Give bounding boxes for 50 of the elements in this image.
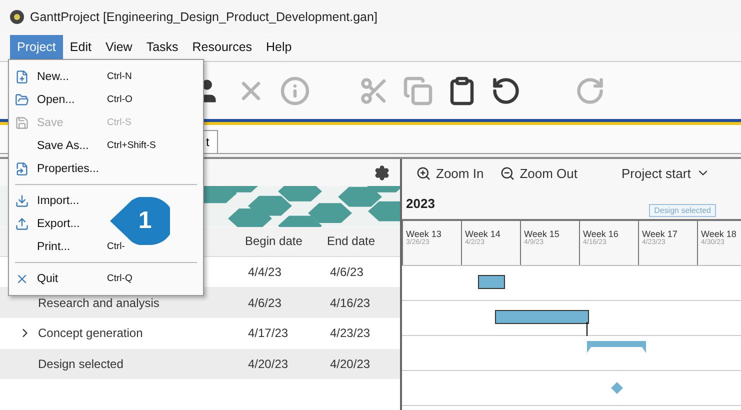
menu-option[interactable]: Export...	[9, 212, 107, 235]
week-label: Week 16	[583, 229, 620, 239]
table-cell-text: 4/6/23	[248, 296, 282, 310]
menu-item[interactable]: Help	[259, 35, 299, 59]
column-header[interactable]: Begin date	[245, 234, 327, 248]
task-name: Concept generation	[38, 326, 143, 340]
week-label: Week 18	[701, 229, 738, 239]
menu-item[interactable]: Edit	[62, 35, 98, 59]
table-cell-text: 4/16/23	[330, 296, 372, 310]
folder-icon	[15, 92, 29, 106]
milestone-label: Design selected	[649, 204, 716, 216]
properties-icon	[15, 162, 29, 176]
export-icon	[15, 216, 29, 230]
zoom-out-button[interactable]: Zoom Out	[500, 166, 578, 180]
menu-option[interactable]: Import...	[9, 189, 107, 212]
menu-option[interactable]: Save As... Ctrl+Shift-S	[9, 134, 156, 157]
menu-item[interactable]: Resources	[185, 35, 260, 59]
new-file-icon	[15, 70, 29, 84]
project-start-dropdown[interactable]: Project start	[621, 166, 710, 180]
save-icon	[15, 116, 29, 130]
column-header[interactable]: End date	[327, 234, 397, 248]
task-name: Research and analysis	[38, 296, 160, 310]
week-label: Week 14	[465, 229, 502, 239]
table-cell-text: 4/23/23	[330, 326, 372, 340]
menu-item[interactable]: View	[98, 35, 140, 59]
table-cell-text: 4/6/23	[330, 264, 364, 279]
year-label: 2023	[406, 196, 435, 210]
window-title: GanttProject [Engineering_Design_Product_Development.gan]	[30, 10, 378, 24]
table-cell-text: 4/20/23	[330, 356, 372, 371]
import-icon	[15, 194, 29, 208]
settings-icon[interactable]	[374, 164, 390, 181]
zoom-out-icon	[500, 166, 515, 180]
zoom-in-icon	[416, 166, 431, 180]
menu-item[interactable]: Project	[10, 35, 63, 59]
table-cell-text: 4/17/23	[248, 326, 290, 340]
app-logo-icon	[10, 10, 24, 24]
table-cell-text: 4/20/23	[248, 356, 290, 371]
week-label: Week 15	[524, 229, 560, 239]
menu-option[interactable]: Open... Ctrl-O	[9, 88, 132, 111]
menu-item[interactable]: Tasks	[139, 35, 186, 59]
menu-option[interactable]: New... Ctrl-N	[9, 65, 132, 88]
task-bar[interactable]	[478, 275, 506, 289]
zoom-in-button[interactable]: Zoom In	[416, 166, 484, 180]
week-label: Week 13	[406, 229, 442, 239]
task-name: Design selected	[38, 356, 124, 371]
week-label: Week 17	[642, 229, 678, 239]
menu-option[interactable]: Quit Ctrl-Q	[9, 267, 132, 290]
task-bar[interactable]	[494, 310, 590, 324]
undo-icon[interactable]	[491, 76, 521, 106]
table-cell-text: 4/4/23	[248, 264, 282, 279]
